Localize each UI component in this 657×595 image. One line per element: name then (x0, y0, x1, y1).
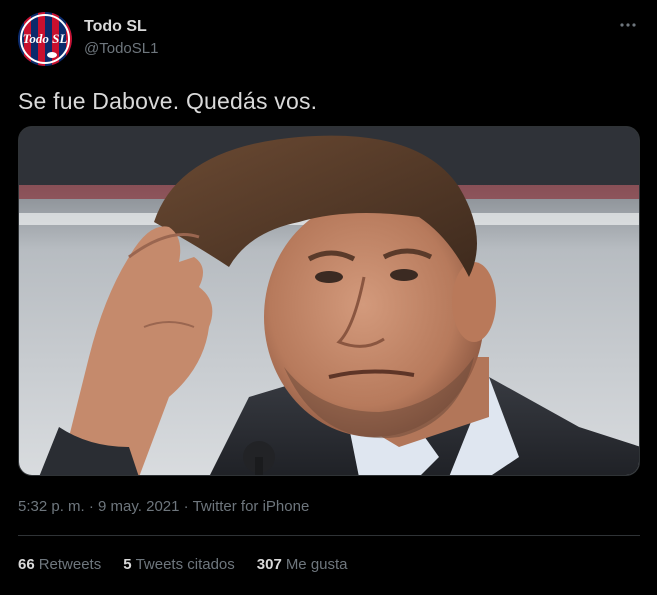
retweets-stat[interactable]: 66 Retweets (18, 556, 101, 573)
meta-separator: · (179, 498, 193, 515)
meta-separator: · (84, 498, 99, 515)
quote-tweets-stat[interactable]: 5 Tweets citados (123, 556, 235, 573)
retweets-label: Retweets (38, 556, 102, 573)
avatar[interactable]: Todo SL (18, 12, 72, 66)
retweets-count: 66 (18, 556, 35, 573)
avatar-logo-icon: Todo SL (18, 12, 72, 66)
tweet-text: Se fue Dabove. Quedás vos. (18, 88, 318, 114)
quote-tweets-count: 5 (123, 556, 132, 573)
tweet-card: Todo SL Todo SL @TodoSL1 Se fue Dabove. … (0, 0, 657, 595)
tweet-meta: 5:32 p. m. · 9 may. 2021 · Twitter for i… (18, 498, 309, 515)
likes-label: Me gusta (285, 556, 348, 573)
tweet-date[interactable]: 9 may. 2021 (98, 498, 179, 515)
quote-tweets-label: Tweets citados (135, 556, 235, 573)
tweet-time[interactable]: 5:32 p. m. (18, 498, 85, 515)
avatar-logo-text: Todo SL (23, 31, 68, 46)
more-horizontal-icon[interactable] (617, 14, 639, 36)
author-name[interactable]: Todo SL (84, 18, 147, 36)
divider (18, 535, 640, 536)
likes-stat[interactable]: 307 Me gusta (257, 556, 348, 573)
author-handle[interactable]: @TodoSL1 (84, 40, 158, 57)
photo-man-thinking-illustration (19, 127, 639, 475)
likes-count: 307 (256, 556, 282, 573)
tweet-source[interactable]: Twitter for iPhone (193, 498, 310, 515)
tweet-photo[interactable] (18, 126, 640, 476)
tweet-stats: 66 Retweets 5 Tweets citados 307 Me gusta (18, 556, 348, 573)
